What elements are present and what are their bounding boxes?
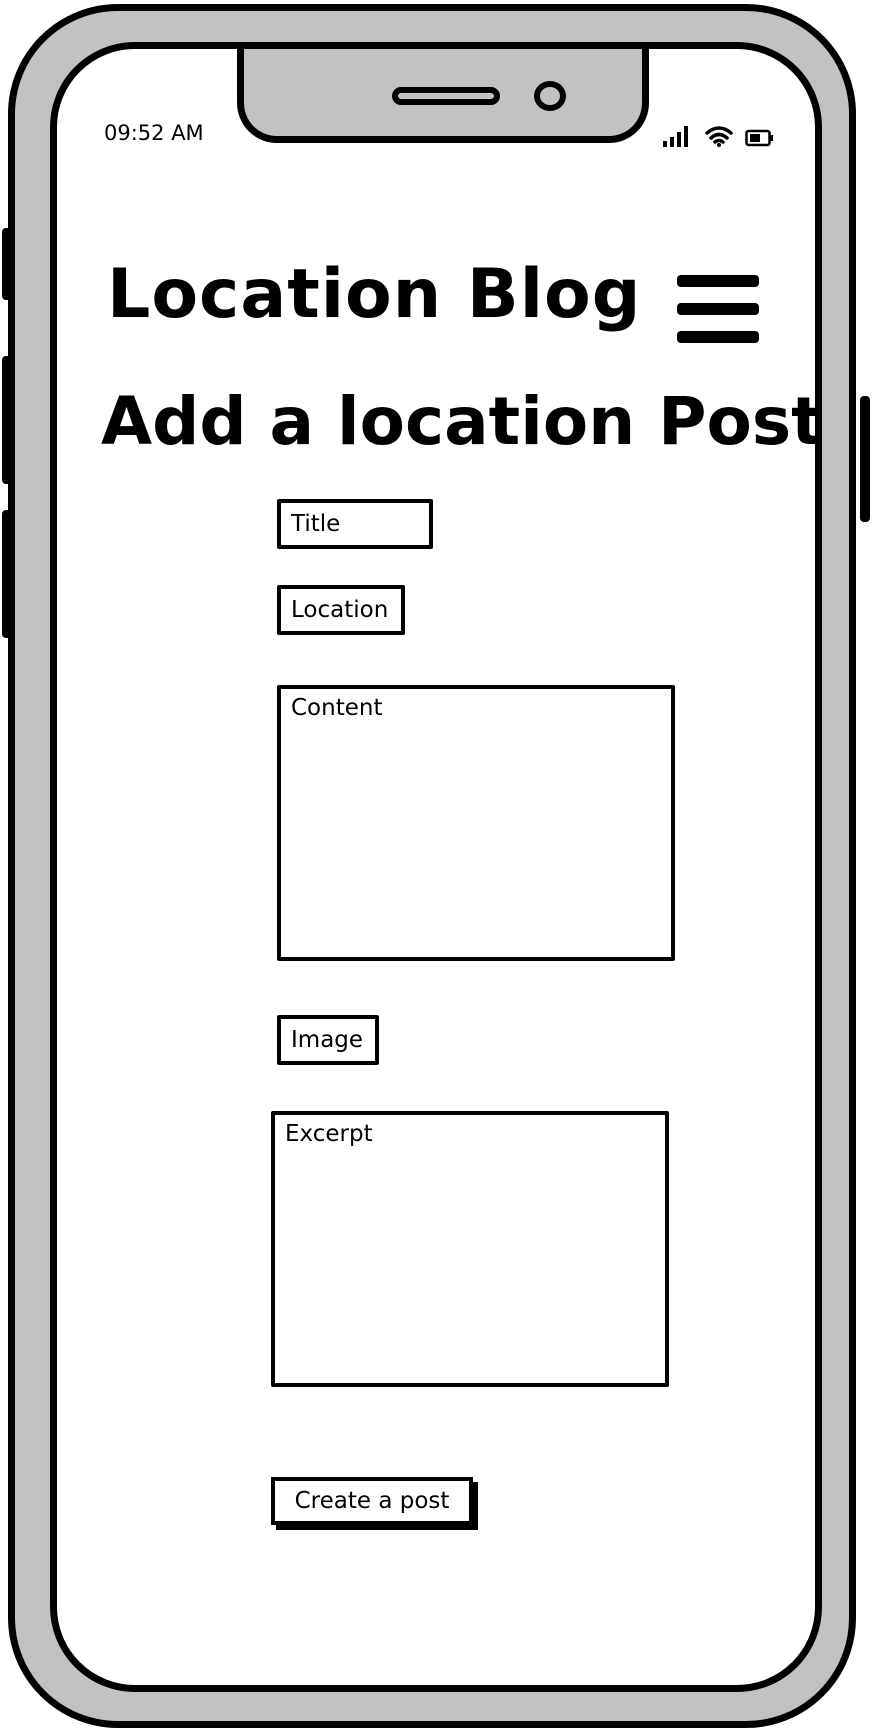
speaker-icon — [392, 87, 500, 105]
excerpt-textarea[interactable] — [271, 1111, 669, 1387]
location-input[interactable] — [277, 585, 405, 635]
phone-notch — [237, 49, 649, 143]
phone-screen: 09:52 AM Location Blog Add a location Po… — [50, 42, 822, 1692]
menu-bar — [677, 331, 759, 343]
phone-side-button — [860, 396, 870, 522]
camera-icon — [534, 81, 566, 111]
create-post-button[interactable]: Create a post — [271, 1477, 473, 1525]
hamburger-menu-icon[interactable] — [677, 275, 759, 345]
menu-bar — [677, 303, 759, 315]
wifi-icon — [705, 126, 733, 147]
menu-bar — [677, 275, 759, 287]
title-input[interactable] — [277, 499, 433, 549]
app-title: Location Blog — [107, 255, 642, 334]
image-upload-button[interactable]: Image — [277, 1015, 379, 1065]
signal-icon — [663, 126, 688, 147]
phone-mockup: 09:52 AM Location Blog Add a location Po… — [0, 0, 872, 1734]
battery-icon — [745, 129, 773, 147]
content-textarea[interactable] — [277, 685, 675, 961]
status-icons — [663, 123, 775, 147]
status-time: 09:52 AM — [104, 121, 204, 145]
page-title: Add a location Post — [101, 383, 822, 460]
